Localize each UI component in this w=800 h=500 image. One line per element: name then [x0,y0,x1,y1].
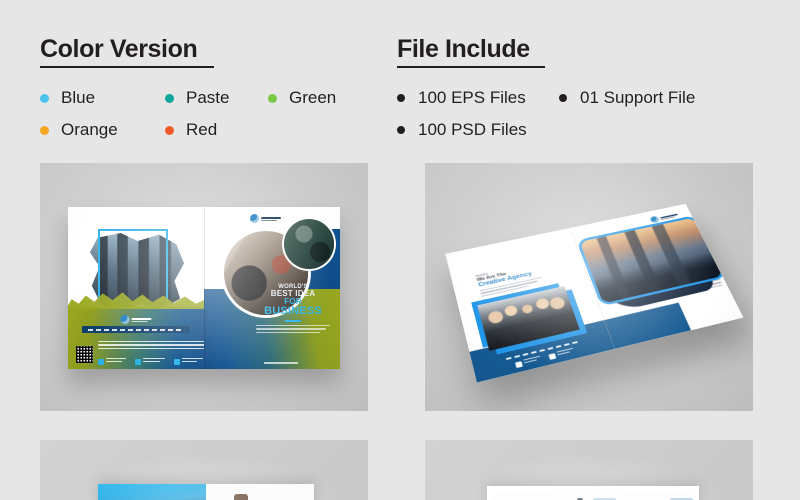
file-item-eps: 100 EPS Files [397,88,559,108]
brochure-mockup-cropped [487,486,699,500]
color-swatch-dot [40,94,49,103]
brochure-left-page [98,484,206,500]
color-swatch-dot [165,94,174,103]
color-swatch-dot [165,126,174,135]
preview-panel-brochure-front-back[interactable]: WORLD'S BEST IDEA FOR BUSINESS [40,163,368,411]
logo-mark-icon [121,315,130,324]
logo-wordmark [132,318,152,322]
color-item-red: Red [165,120,268,140]
mail-icon [135,359,141,365]
qr-code-icon [76,346,93,363]
website-url-line [264,362,298,364]
hotline-bar [82,326,190,333]
color-version-row: Blue Paste Green [40,82,336,114]
color-swatch-dot [40,126,49,135]
contact-item [174,358,203,365]
brochure-right-page: WORLD'S BEST IDEA FOR BUSINESS [204,207,340,369]
logo-mark-icon [250,214,259,223]
secondary-photo-circle [284,219,334,269]
preview-panel-brochure-inside[interactable]: Hello We Are The Creative Agency [425,163,753,411]
contact-item [98,358,126,365]
brochure-right-page [206,484,314,500]
location-icon [174,359,180,365]
file-include-list: 100 EPS Files 01 Support File 100 PSD Fi… [397,82,695,146]
about-text-lines [98,341,204,351]
color-item-orange: Orange [40,120,165,140]
file-include-section: File Include 100 EPS Files 01 Support Fi… [397,36,695,146]
color-version-list: Blue Paste Green Orange Red [40,82,336,146]
phone-icon [98,359,104,365]
logo-wordmark [261,217,281,221]
product-info-region: Color Version Blue Paste Green Orange Re… [0,0,800,163]
brochure-mockup-flat: WORLD'S BEST IDEA FOR BUSINESS [68,207,340,369]
footer-color-band [469,320,615,382]
color-swatch-dot [268,94,277,103]
team-photo [477,286,579,351]
brochure-logo [121,315,152,324]
color-version-section: Color Version Blue Paste Green Orange Re… [40,36,336,146]
mail-icon [548,353,556,360]
bullet-dot-icon [397,126,405,134]
inside-heading-group: Hello We Are The Creative Agency [475,259,556,299]
color-item-label: Red [186,120,217,140]
city-skyline-photo [576,215,727,307]
headline-rule [285,320,301,322]
color-item-paste: Paste [165,88,268,108]
file-item-label: 100 PSD Files [418,120,527,140]
contact-info-group [98,358,203,365]
file-include-title: File Include [397,36,695,62]
brochure-perspective-wrapper: Hello We Are The Creative Agency [451,181,733,395]
footer-color-band [604,303,690,349]
file-item-psd: 100 PSD Files [397,120,559,140]
cover-headline: WORLD'S BEST IDEA FOR BUSINESS [256,284,330,335]
brochure-logo [250,214,281,223]
file-item-support: 01 Support File [559,88,695,108]
hotline-bar [506,341,579,360]
color-item-label: Green [289,88,336,108]
file-include-title-underline [397,66,545,68]
file-include-row: 100 EPS Files 01 Support File [397,82,695,114]
preview-panel-row2-right[interactable] [425,440,753,500]
color-version-title-underline [40,66,214,68]
color-item-label: Blue [61,88,95,108]
color-version-row: Orange Red [40,114,336,146]
bullet-dot-icon [559,94,567,102]
brochure-inner-spread [493,492,693,500]
bullet-dot-icon [397,94,405,102]
phone-icon [515,361,523,368]
brochure-left-page [68,207,204,369]
center-fold-line [204,207,205,369]
contact-item [515,356,542,368]
color-item-label: Paste [186,88,229,108]
color-item-green: Green [268,88,336,108]
file-item-label: 01 Support File [580,88,695,108]
file-item-label: 100 EPS Files [418,88,526,108]
qr-code-icon [510,319,530,336]
brochure-mockup-cropped [98,484,314,500]
color-version-title: Color Version [40,36,336,62]
contact-item [135,358,165,365]
website-url-line [698,304,729,312]
brochure-mockup-tilted: Hello We Are The Creative Agency [445,204,743,383]
headline-line-4: BUSINESS [256,306,330,317]
color-item-blue: Blue [40,88,165,108]
contact-info-group [515,348,575,368]
preview-panel-row2-left[interactable] [40,440,368,500]
file-include-row: 100 PSD Files [397,114,695,146]
contact-item [548,348,575,360]
color-item-label: Orange [61,120,118,140]
